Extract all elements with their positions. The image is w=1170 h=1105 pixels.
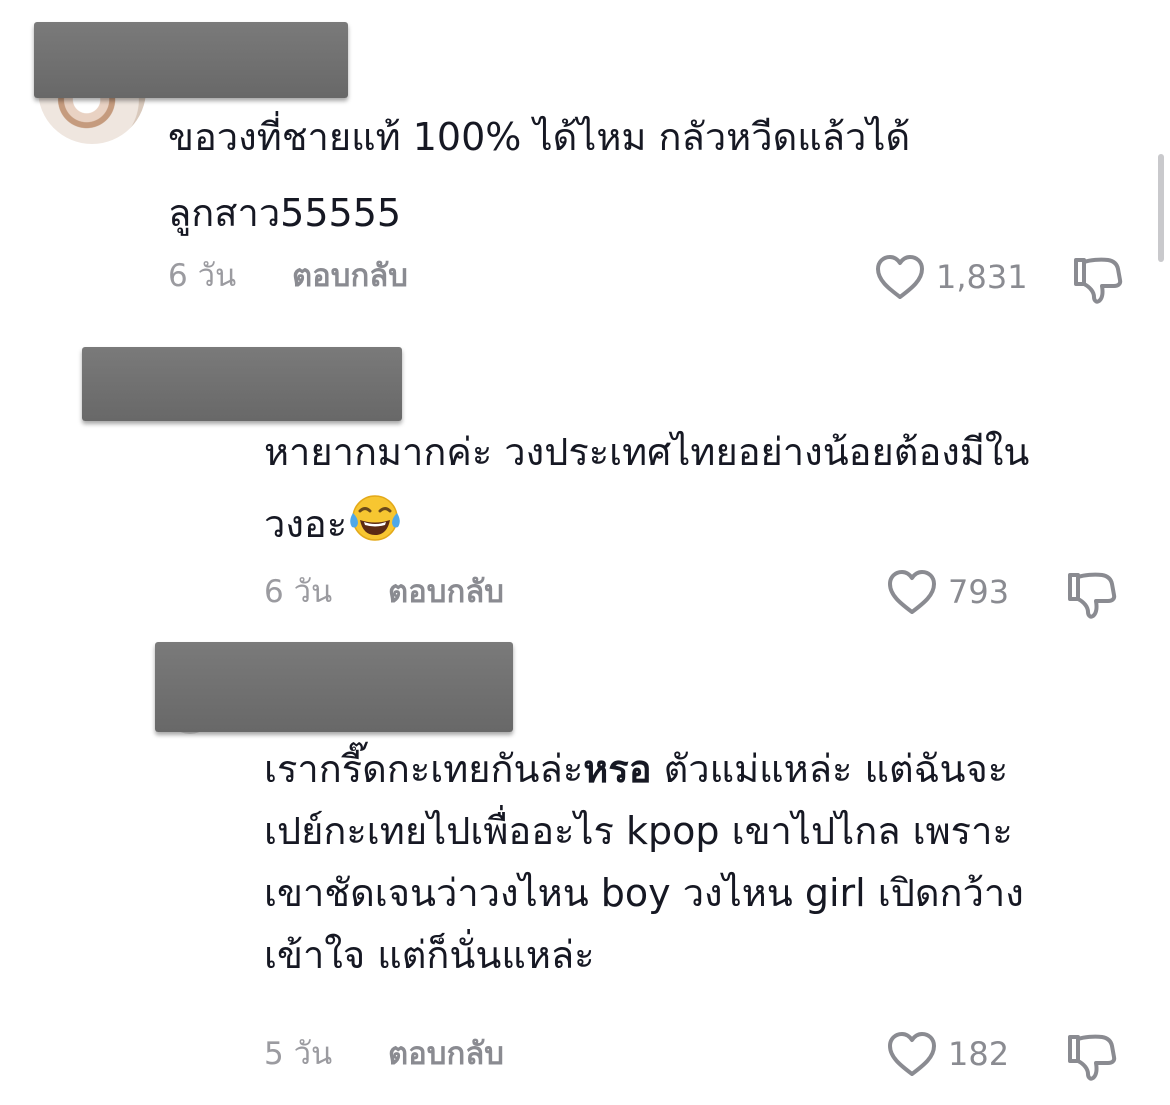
comment-date: 5 วัน [264,1036,333,1072]
comment-text: เรากรี๊ดกะเทยกันล่ะหรอ ตัวแม่แหล่ะ แต่ฉั… [264,738,1024,986]
redacted-username [82,347,402,421]
comment-text-line: วงอะ [264,493,1029,561]
dislike-button[interactable] [1064,1031,1118,1083]
comment-text: ขอวงที่ชายแท้ 100% ได้ไหม กลัวหวีดแล้วได… [168,106,910,244]
reply-button[interactable]: ตอบกลับ [388,1036,504,1072]
like-count: 793 [948,573,1010,611]
comment-text-fragment: วงอะ [264,502,348,546]
dislike-button[interactable] [1064,569,1118,621]
thumbs-down-outline-icon [1064,569,1118,621]
thumbs-down-outline-icon [1064,1031,1118,1083]
like-button[interactable]: 182 [886,1030,1009,1078]
heart-outline-icon [886,1030,938,1078]
redacted-username [34,22,348,98]
face-with-tears-of-joy-icon [347,493,403,561]
comment-text-line: เข้าใจ แต่ก็นั่นแหล่ะ [264,933,595,977]
comment-meta: 6 วัน ตอบกลับ [264,572,504,612]
like-count: 182 [948,1035,1010,1073]
like-count: 1,831 [936,258,1028,296]
comment-text-line: เปย์กะเทยไปเพื่ออะไร kpop เขาไปไกล เพราะ [264,809,1013,853]
comment-text-line: เรากรี๊ดกะเทยกันล่ะหรอ ตัวแม่แหล่ะ แต่ฉั… [264,738,1024,800]
comment-text-line: ขอวงที่ชายแท้ 100% ได้ไหม กลัวหวีดแล้วได… [168,115,911,159]
comment-text-line: ลูกสาว55555 [168,191,402,235]
like-button[interactable]: 793 [886,568,1009,616]
comment-text: หายากมากค่ะ วงประเทศไทยอย่างน้อยต้องมีใน… [264,421,1029,561]
comment-text-fragment-bold: หรอ [583,747,652,791]
scrollbar[interactable] [1158,154,1164,262]
comment-text-fragment: ตัวแม่แหล่ะ แต่ฉันจะ [651,747,1009,791]
comment-text-line: เขาชัดเจนว่าวงไหน boy วงไหน girl เปิดกว้… [264,871,1024,915]
comment-date: 6 วัน [168,258,237,294]
comment-meta: 6 วัน ตอบกลับ [168,256,408,296]
reply-button[interactable]: ตอบกลับ [388,574,504,610]
reply-button[interactable]: ตอบกลับ [292,258,408,294]
redacted-username [155,642,513,732]
comment-text-line: หายากมากค่ะ วงประเทศไทยอย่างน้อยต้องมีใน [264,430,1030,474]
like-button[interactable]: 1,831 [874,253,1028,301]
comment-date: 6 วัน [264,574,333,610]
thumbs-down-outline-icon [1070,254,1124,306]
dislike-button[interactable] [1070,254,1124,306]
comment-meta: 5 วัน ตอบกลับ [264,1034,504,1074]
heart-outline-icon [874,253,926,301]
heart-outline-icon [886,568,938,616]
comment-text-fragment: เรากรี๊ดกะเทยกันล่ะ [264,747,584,791]
